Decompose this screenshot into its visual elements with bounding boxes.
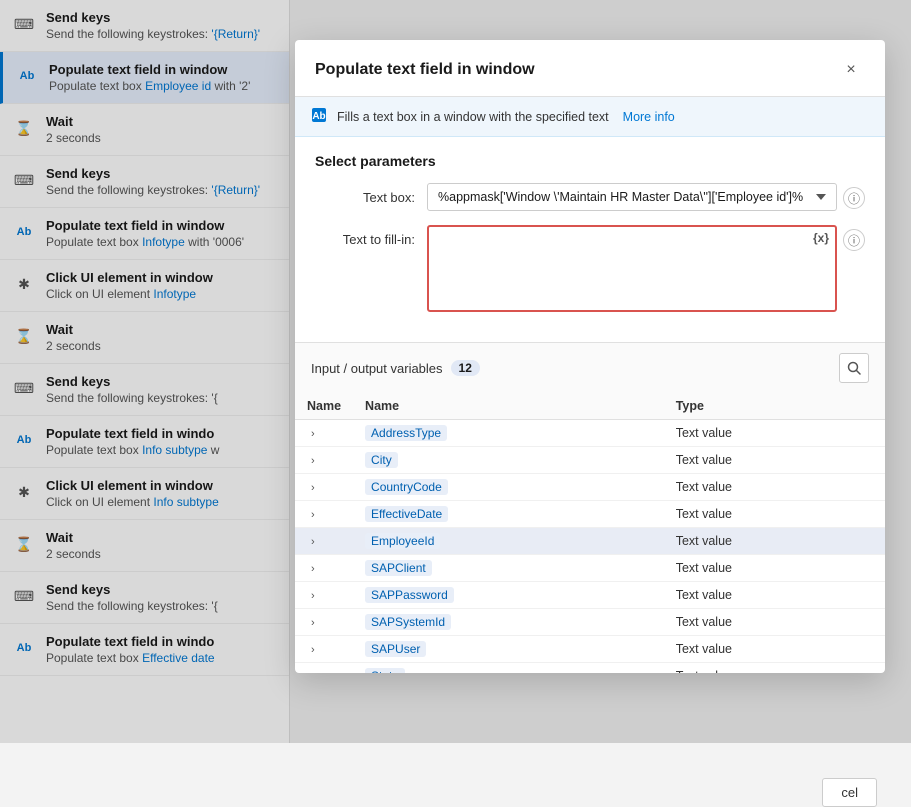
table-row[interactable]: › CountryCode Text value (295, 474, 885, 501)
row-expand-button[interactable]: › (307, 509, 319, 521)
table-row[interactable]: › City Text value (295, 447, 885, 474)
variable-type: Text value (664, 555, 885, 582)
row-expand-button[interactable]: › (307, 671, 319, 673)
table-row[interactable]: › SAPSystemId Text value (295, 609, 885, 636)
variable-name: SAPPassword (365, 587, 454, 603)
row-expand-button[interactable]: › (307, 536, 319, 548)
variable-type: Text value (664, 528, 885, 555)
text-fill-label: Text to fill-in: (315, 225, 415, 247)
textbox-info-button[interactable]: ⓘ (843, 187, 865, 209)
variable-type: Text value (664, 447, 885, 474)
variable-name: SAPClient (365, 560, 432, 576)
info-banner-icon: Ab (311, 107, 327, 126)
name-column-header: Name (295, 393, 353, 420)
row-expand-button[interactable]: › (307, 455, 319, 467)
variable-name: SAPUser (365, 641, 426, 657)
info-banner: Ab Fills a text box in a window with the… (295, 97, 885, 137)
row-expand-button[interactable]: › (307, 482, 319, 494)
modal-header: Populate text field in window × (295, 40, 885, 97)
row-expand-button[interactable]: › (307, 590, 319, 602)
info-banner-text: Fills a text box in a window with the sp… (337, 110, 609, 124)
textbox-row: Text box: %appmask['Window \'Maintain HR… (315, 183, 865, 211)
textbox-label: Text box: (315, 183, 415, 205)
modal-dialog: Populate text field in window × Ab Fills… (295, 40, 885, 673)
section-title: Select parameters (315, 153, 865, 169)
variable-name: CountryCode (365, 479, 448, 495)
variable-name: SAPSystemId (365, 614, 451, 630)
table-row[interactable]: › SAPClient Text value (295, 555, 885, 582)
variable-type: Text value (664, 420, 885, 447)
variable-type: Text value (664, 609, 885, 636)
variable-type: Text value (664, 582, 885, 609)
variables-panel: Input / output variables 12 Name Name Ty… (295, 342, 885, 673)
variables-search-button[interactable] (839, 353, 869, 383)
table-row[interactable]: › AddressType Text value (295, 420, 885, 447)
variable-insert-button[interactable]: {x} (813, 231, 829, 245)
variable-name: EmployeeId (365, 533, 440, 549)
textbox-select[interactable]: %appmask['Window \'Maintain HR Master Da… (427, 183, 837, 211)
variables-list: Name Name Type › AddressType Text value … (295, 393, 885, 673)
variables-table: Name Name Type › AddressType Text value … (295, 393, 885, 673)
close-icon: × (846, 61, 855, 79)
table-row[interactable]: › State Text value (295, 663, 885, 674)
variable-name: AddressType (365, 425, 447, 441)
more-info-link[interactable]: More info (623, 110, 675, 124)
table-row[interactable]: › EmployeeId Text value (295, 528, 885, 555)
modal-close-button[interactable]: × (837, 56, 865, 84)
row-expand-button[interactable]: › (307, 563, 319, 575)
variable-type: Text value (664, 501, 885, 528)
row-expand-button[interactable]: › (307, 617, 319, 629)
text-fill-row: Text to fill-in: {x} ⓘ (315, 225, 865, 312)
variables-title: Input / output variables (311, 361, 443, 376)
variable-type: Text value (664, 663, 885, 674)
text-fill-input[interactable] (429, 227, 835, 307)
text-fill-area[interactable]: {x} (427, 225, 837, 312)
variables-count-badge: 12 (451, 360, 480, 376)
variable-type: Text value (664, 636, 885, 663)
name-col-header: Name (353, 393, 664, 420)
variable-type: Text value (664, 474, 885, 501)
table-row[interactable]: › SAPPassword Text value (295, 582, 885, 609)
info-circle-icon: ⓘ (848, 232, 860, 249)
table-row[interactable]: › EffectiveDate Text value (295, 501, 885, 528)
text-fill-info-button[interactable]: ⓘ (843, 229, 865, 251)
variables-header: Input / output variables 12 (295, 343, 885, 393)
svg-text:Ab: Ab (312, 111, 325, 122)
variable-name: City (365, 452, 398, 468)
variable-name: State (365, 668, 405, 673)
modal-title: Populate text field in window (315, 61, 535, 79)
info-circle-icon: ⓘ (848, 190, 860, 207)
variable-name: EffectiveDate (365, 506, 448, 522)
table-row[interactable]: › SAPUser Text value (295, 636, 885, 663)
row-expand-button[interactable]: › (307, 428, 319, 440)
modal-body: Select parameters Text box: %appmask['Wi… (295, 137, 885, 342)
cancel-button[interactable]: cel (822, 778, 877, 807)
row-expand-button[interactable]: › (307, 644, 319, 656)
type-col-header: Type (664, 393, 885, 420)
